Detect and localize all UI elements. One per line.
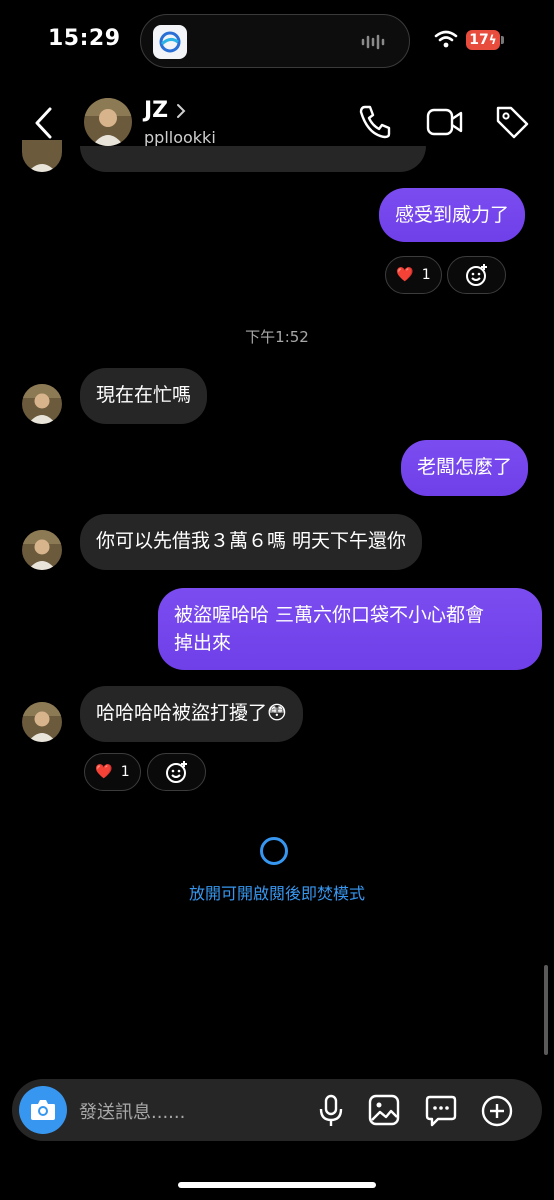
add-reaction-button[interactable] xyxy=(447,256,506,294)
message-incoming[interactable]: 你可以先借我３萬６嗎 明天下午還你 xyxy=(80,514,423,570)
battery-tip xyxy=(501,36,504,44)
contact-username: ppllookki xyxy=(144,128,216,147)
message-bubble-partial xyxy=(80,146,426,172)
contact-name-text: JZ xyxy=(144,98,169,123)
contact-name[interactable]: JZ xyxy=(144,98,186,123)
reaction-heart[interactable]: ❤️ 1 xyxy=(385,256,442,294)
message-outgoing[interactable]: 感受到威力了 xyxy=(379,188,526,242)
message-text: 現在在忙嗎 xyxy=(96,384,192,406)
phone-icon[interactable] xyxy=(358,104,392,144)
contact-avatar[interactable] xyxy=(84,98,132,146)
avatar[interactable] xyxy=(22,530,62,570)
chevron-right-icon xyxy=(177,103,186,118)
message-text: 你可以先借我３萬６嗎 明天下午還你 xyxy=(96,530,407,552)
reaction-count: 1 xyxy=(421,267,431,283)
message-text-line: 掉出來 xyxy=(174,632,232,654)
wifi-icon xyxy=(434,30,458,52)
add-reaction-button[interactable] xyxy=(147,753,206,791)
add-reaction-icon xyxy=(465,264,487,286)
avatar[interactable] xyxy=(22,384,62,424)
message-incoming[interactable]: 現在在忙嗎 xyxy=(80,368,208,424)
vanish-mode-ring xyxy=(260,837,288,865)
reaction-count: 1 xyxy=(120,764,130,780)
audio-wave-icon xyxy=(361,34,387,54)
camera-icon xyxy=(31,1100,55,1120)
message-outgoing[interactable]: 老闆怎麼了 xyxy=(401,440,529,496)
microphone-icon[interactable] xyxy=(318,1094,344,1132)
reaction-heart[interactable]: ❤️ 1 xyxy=(84,753,141,791)
message-text: 老闆怎麼了 xyxy=(417,456,513,478)
add-reaction-icon xyxy=(165,761,187,783)
home-indicator xyxy=(178,1182,376,1188)
scrollbar[interactable] xyxy=(544,965,548,1055)
video-icon[interactable] xyxy=(426,106,464,142)
chat-timestamp: 下午1:52 xyxy=(245,328,309,346)
vanish-mode-hint: 放開可開啟閱後即焚模式 xyxy=(188,884,365,903)
plus-circle-icon[interactable] xyxy=(480,1094,514,1132)
message-text-line: 被盜喔哈哈 三萬六你口袋不小心都會 xyxy=(174,604,485,626)
battery-level: 17 xyxy=(469,32,489,48)
heart-emoji: ❤️ xyxy=(396,267,414,283)
camera-button[interactable] xyxy=(19,1086,67,1134)
message-text: 哈哈哈哈被盜打擾了😳 xyxy=(96,702,287,724)
message-incoming[interactable]: 哈哈哈哈被盜打擾了😳 xyxy=(80,686,303,742)
image-icon[interactable] xyxy=(368,1094,400,1130)
message-composer: 發送訊息...... xyxy=(12,1079,542,1141)
heart-emoji: ❤️ xyxy=(95,764,113,780)
tag-icon[interactable] xyxy=(494,104,530,144)
message-text: 感受到威力了 xyxy=(395,204,510,226)
app-activity-icon xyxy=(153,25,187,59)
avatar[interactable] xyxy=(22,702,62,742)
back-chevron-icon[interactable] xyxy=(32,106,56,144)
battery-indicator: 17 ϟ xyxy=(466,30,500,50)
avatar-partial xyxy=(22,140,62,172)
dynamic-island xyxy=(140,14,410,68)
message-input[interactable]: 發送訊息...... xyxy=(79,1098,185,1124)
message-outgoing[interactable]: 被盜喔哈哈 三萬六你口袋不小心都會 掉出來 xyxy=(158,588,542,670)
status-time: 15:29 xyxy=(48,26,121,51)
sticker-chat-icon[interactable] xyxy=(424,1094,458,1132)
